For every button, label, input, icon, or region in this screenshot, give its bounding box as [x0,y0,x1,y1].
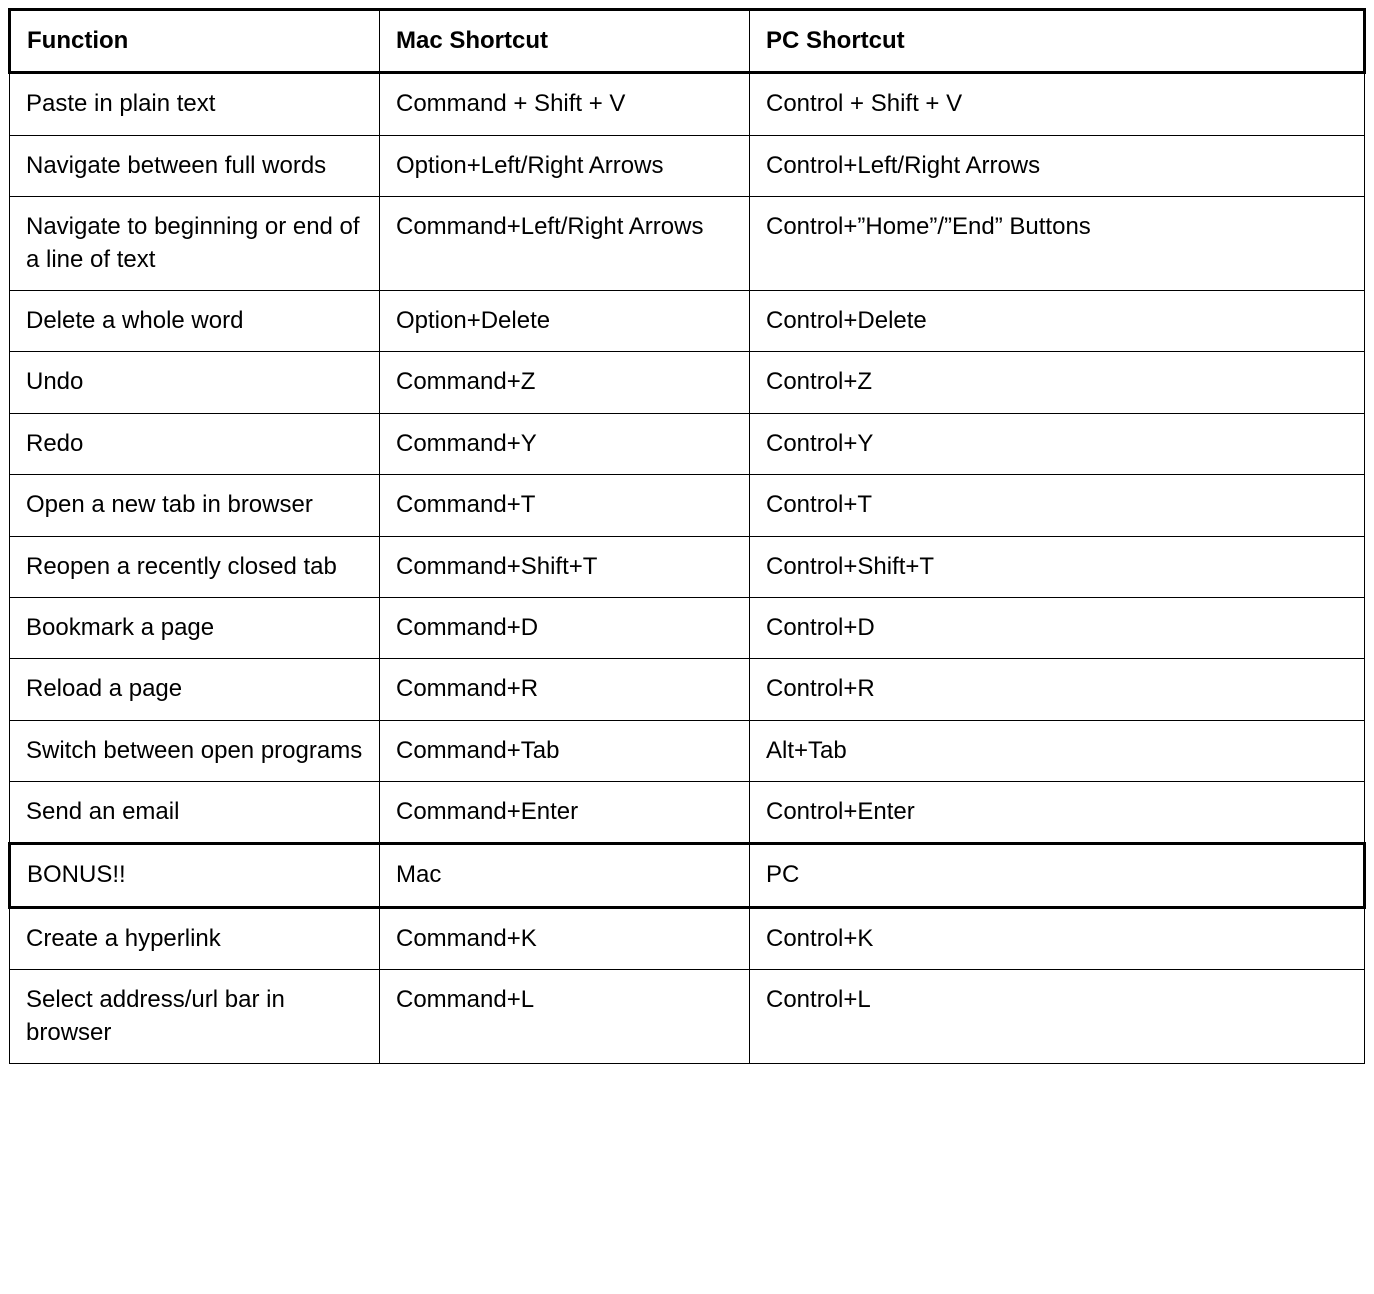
cell-mac: Option+Delete [380,290,750,351]
cell-function: Send an email [10,782,380,844]
table-row: Paste in plain text Command + Shift + V … [10,73,1365,135]
cell-mac: Command+Y [380,413,750,474]
bonus-header-mac: Mac [380,844,750,907]
cell-function: Navigate between full words [10,135,380,196]
cell-function: Open a new tab in browser [10,475,380,536]
cell-function: Reopen a recently closed tab [10,536,380,597]
cell-mac: Command+R [380,659,750,720]
table-row: Select address/url bar in browser Comman… [10,970,1365,1064]
cell-function: Paste in plain text [10,73,380,135]
header-pc: PC Shortcut [750,10,1365,73]
shortcuts-table: Function Mac Shortcut PC Shortcut Paste … [8,8,1366,1064]
cell-pc: Control+D [750,597,1365,658]
cell-pc: Control+Z [750,352,1365,413]
cell-pc: Control+Enter [750,782,1365,844]
cell-pc: Control + Shift + V [750,73,1365,135]
cell-function: Switch between open programs [10,720,380,781]
cell-function: Redo [10,413,380,474]
cell-pc: Control+”Home”/”End” Buttons [750,197,1365,291]
header-mac: Mac Shortcut [380,10,750,73]
cell-function: Bookmark a page [10,597,380,658]
table-body: Function Mac Shortcut PC Shortcut Paste … [10,10,1365,1064]
cell-pc: Control+Shift+T [750,536,1365,597]
table-header-row: Function Mac Shortcut PC Shortcut [10,10,1365,73]
cell-function: Create a hyperlink [10,907,380,969]
cell-function: Reload a page [10,659,380,720]
cell-mac: Command+Tab [380,720,750,781]
table-row: Undo Command+Z Control+Z [10,352,1365,413]
table-row: Reopen a recently closed tab Command+Shi… [10,536,1365,597]
table-row: Delete a whole word Option+Delete Contro… [10,290,1365,351]
cell-mac: Command+Shift+T [380,536,750,597]
cell-pc: Control+Y [750,413,1365,474]
cell-function: Select address/url bar in browser [10,970,380,1064]
cell-mac: Command + Shift + V [380,73,750,135]
cell-mac: Command+Left/Right Arrows [380,197,750,291]
cell-pc: Control+K [750,907,1365,969]
cell-mac: Command+D [380,597,750,658]
cell-mac: Command+Enter [380,782,750,844]
table-row: Reload a page Command+R Control+R [10,659,1365,720]
header-function: Function [10,10,380,73]
table-row: Send an email Command+Enter Control+Ente… [10,782,1365,844]
cell-mac: Command+T [380,475,750,536]
bonus-header-function: BONUS!! [10,844,380,907]
cell-pc: Control+Left/Right Arrows [750,135,1365,196]
cell-pc: Alt+Tab [750,720,1365,781]
cell-function: Undo [10,352,380,413]
table-row: Switch between open programs Command+Tab… [10,720,1365,781]
cell-mac: Command+L [380,970,750,1064]
table-row: Navigate between full words Option+Left/… [10,135,1365,196]
table-row: Open a new tab in browser Command+T Cont… [10,475,1365,536]
table-row: Bookmark a page Command+D Control+D [10,597,1365,658]
cell-mac: Command+Z [380,352,750,413]
cell-pc: Control+T [750,475,1365,536]
cell-function: Delete a whole word [10,290,380,351]
cell-pc: Control+L [750,970,1365,1064]
cell-pc: Control+Delete [750,290,1365,351]
cell-mac: Option+Left/Right Arrows [380,135,750,196]
cell-mac: Command+K [380,907,750,969]
table-row: Navigate to beginning or end of a line o… [10,197,1365,291]
bonus-header-row: BONUS!! Mac PC [10,844,1365,907]
bonus-header-pc: PC [750,844,1365,907]
table-row: Redo Command+Y Control+Y [10,413,1365,474]
cell-function: Navigate to beginning or end of a line o… [10,197,380,291]
table-row: Create a hyperlink Command+K Control+K [10,907,1365,969]
cell-pc: Control+R [750,659,1365,720]
